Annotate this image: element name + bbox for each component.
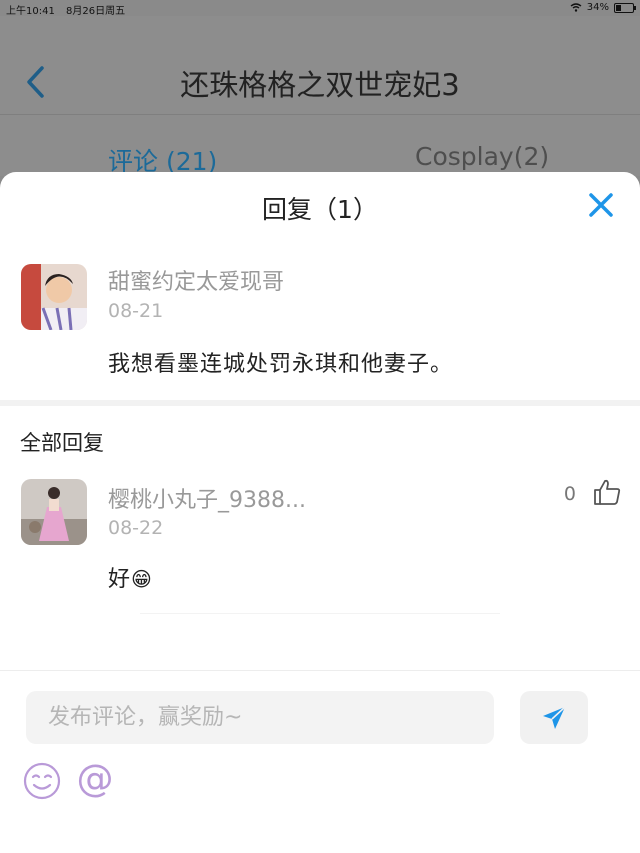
page-title: 还珠格格之双世宠妃3 <box>180 68 460 102</box>
avatar-image <box>21 264 87 330</box>
reply-sheet: 回复（1） 甜蜜约定太爱现哥 08-21 我想看墨连城处罚永琪和他妻子。 全部回… <box>0 172 640 853</box>
avatar[interactable] <box>21 264 87 330</box>
battery-icon <box>614 2 636 13</box>
comment-input[interactable] <box>26 691 494 744</box>
mention-button[interactable]: @ <box>73 757 117 801</box>
emoji-icon[interactable] <box>22 761 62 801</box>
section-title: 全部回复 <box>20 431 104 455</box>
comment-date: 08-21 <box>108 300 164 322</box>
section-divider <box>0 400 640 406</box>
reply-content: 好😁 <box>108 561 153 593</box>
list-end-divider <box>140 613 500 614</box>
page-header: 还珠格格之双世宠妃3 评论 (21) Cosplay(2) <box>0 16 640 176</box>
battery-percent: 34% <box>586 2 609 13</box>
comment-content: 我想看墨连城处罚永琪和他妻子。 <box>108 352 454 377</box>
status-left: 上午10:41 8月26日周五 <box>6 2 125 17</box>
comment-username[interactable]: 甜蜜约定太爱现哥 <box>108 264 284 296</box>
send-icon <box>543 705 566 729</box>
close-icon[interactable] <box>586 190 616 220</box>
wifi-icon <box>570 3 582 12</box>
sheet-title: 回复（1） <box>262 195 378 224</box>
status-right: 34% <box>570 2 636 13</box>
composer-bar: @ <box>0 670 640 853</box>
like-count: 0 <box>563 483 576 505</box>
status-bar: 上午10:41 8月26日周五 34% <box>0 0 640 17</box>
grin-emoji: 😁 <box>131 567 153 591</box>
reply-username[interactable]: 樱桃小丸子_9388... <box>108 482 306 514</box>
tab-cosplay[interactable]: Cosplay(2) <box>415 142 549 171</box>
reply-text: 好 <box>108 567 132 592</box>
avatar-image <box>21 479 87 545</box>
avatar[interactable] <box>21 479 87 545</box>
send-button[interactable] <box>520 691 588 744</box>
reply-date: 08-22 <box>108 517 164 539</box>
header-divider <box>0 114 640 115</box>
battery-fill <box>616 4 621 11</box>
thumbs-up-icon[interactable] <box>592 477 622 507</box>
